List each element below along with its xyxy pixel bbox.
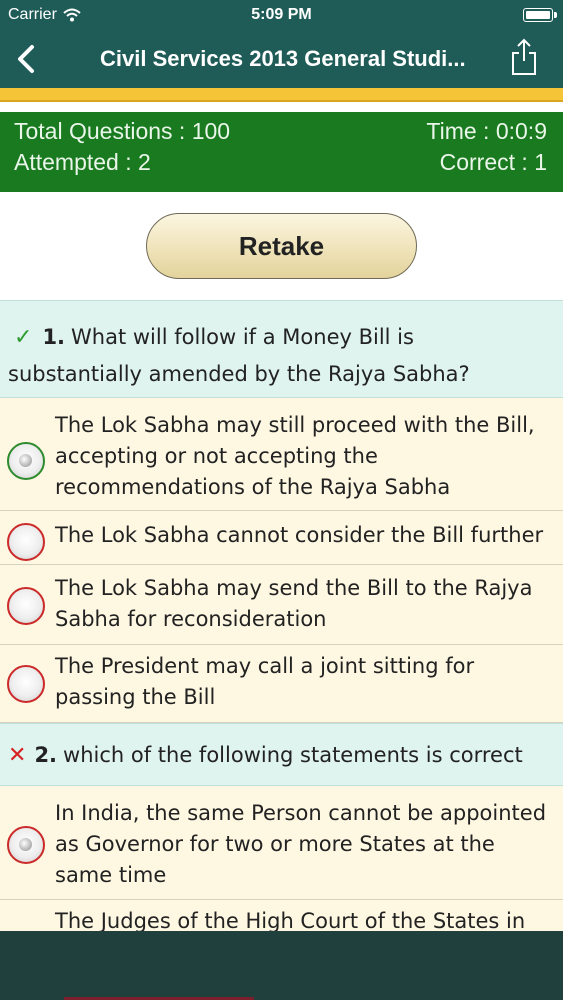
question-text: which of the following statements is cor… — [63, 743, 523, 767]
question-number: 1. — [42, 325, 66, 349]
elapsed-time: Time : 0:0:9 — [426, 118, 547, 144]
radio-icon[interactable] — [7, 665, 45, 703]
battery-icon — [523, 8, 557, 22]
page-title: Civil Services 2013 General Studi... — [100, 46, 466, 71]
question-2: ✕ 2. which of the following statements is … — [0, 723, 563, 786]
retake-button[interactable]: Retake — [146, 213, 417, 279]
correct-count: Correct : 1 — [439, 149, 547, 175]
status-time: 5:09 PM — [251, 6, 312, 23]
option-text: In India, the same Person cannot be appo… — [55, 801, 547, 887]
radio-icon[interactable] — [7, 442, 45, 480]
option-1d[interactable]: The President may call a joint sitting f… — [0, 645, 563, 723]
check-icon: ✓ — [14, 325, 33, 350]
radio-icon[interactable] — [7, 826, 45, 864]
question-number: 2. — [34, 743, 58, 767]
option-1a[interactable]: The Lok Sabha may still proceed with the… — [0, 398, 563, 511]
option-text: The President may call a joint sitting f… — [55, 654, 475, 709]
back-chevron-icon[interactable] — [12, 42, 42, 76]
nav-bar: Civil Services 2013 General Studi... — [0, 30, 563, 88]
total-questions: Total Questions : 100 — [14, 118, 231, 144]
header-divider — [0, 88, 563, 102]
question-1: ✓ 1. What will follow if a Money Bill is s… — [0, 300, 563, 398]
attempted-count: Attempted : 2 — [14, 149, 151, 175]
radio-icon[interactable] — [7, 523, 45, 561]
bottom-bar — [0, 931, 563, 1000]
cross-icon: ✕ — [8, 743, 27, 768]
option-text: The Lok Sabha cannot consider the Bill f… — [55, 523, 544, 547]
option-text: The Lok Sabha may still proceed with the… — [55, 413, 535, 499]
option-1c[interactable]: The Lok Sabha may send the Bill to the R… — [0, 565, 563, 645]
option-text: The Lok Sabha may send the Bill to the R… — [55, 576, 533, 631]
status-bar: Carrier 5:09 PM — [0, 0, 563, 30]
question-text: What will follow if a Money Bill is subs… — [8, 325, 470, 386]
results-stats: Total Questions : 100 Time : 0:0:9 Attem… — [0, 112, 563, 192]
share-icon[interactable] — [509, 37, 539, 77]
radio-icon[interactable] — [7, 587, 45, 625]
retake-area: Retake — [0, 192, 563, 300]
option-1b[interactable]: The Lok Sabha cannot consider the Bill f… — [0, 511, 563, 565]
option-2a[interactable]: In India, the same Person cannot be appo… — [0, 786, 563, 900]
